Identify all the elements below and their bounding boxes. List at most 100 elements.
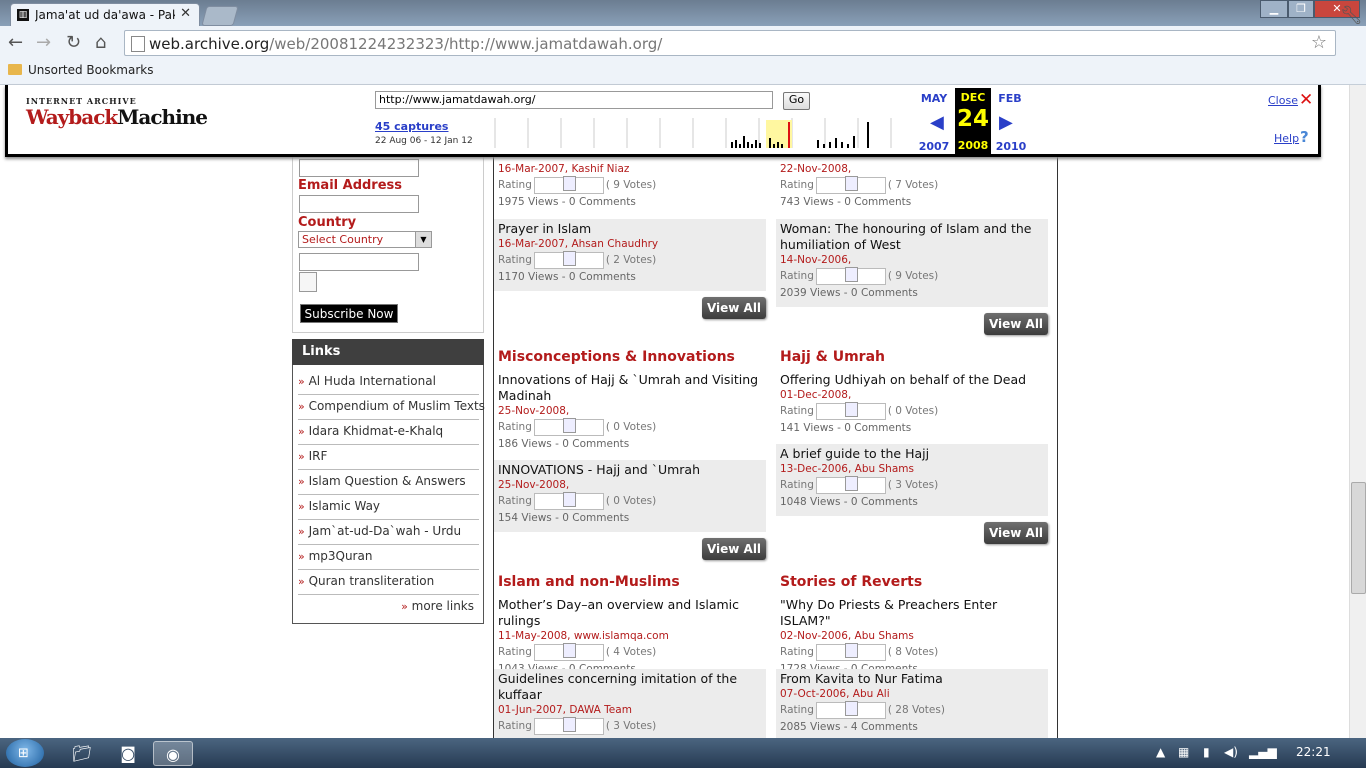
view-all-button[interactable]: View All — [702, 538, 766, 560]
prev-year-link[interactable]: 2007 — [914, 140, 954, 153]
tray-app-icon[interactable]: ▦ — [1178, 745, 1189, 759]
article-title[interactable]: A brief guide to the Hajj — [780, 446, 1044, 462]
next-month-link[interactable]: FEB — [992, 92, 1028, 105]
close-icon[interactable]: ✕ — [1299, 90, 1313, 110]
article-meta[interactable]: 22-Nov-2008, — [780, 162, 1044, 176]
article-comments[interactable]: 0 Comments — [562, 438, 629, 450]
article-title[interactable]: Offering Udhiyah on behalf of the Dead — [780, 372, 1044, 388]
view-all-button[interactable]: View All — [702, 297, 766, 319]
article-title[interactable]: Woman: The honouring of Islam and the hu… — [780, 221, 1044, 253]
wayback-go-button[interactable]: Go — [783, 92, 810, 110]
rating-stars-widget[interactable] — [815, 642, 886, 661]
capture-sparkline[interactable] — [490, 116, 918, 150]
wayback-url-input[interactable]: http://www.jamatdawah.org/ — [375, 91, 773, 109]
sidebar-link[interactable]: » Islam Question & Answers — [298, 470, 479, 495]
home-icon[interactable]: ⌂ — [95, 32, 106, 53]
article-title[interactable]: Prayer in Islam — [498, 221, 762, 237]
article-title[interactable]: Innovations of Hajj & `Umrah and Visitin… — [498, 372, 762, 404]
rating-stars-widget[interactable] — [533, 417, 604, 436]
article-comments[interactable]: 0 Comments — [851, 287, 918, 299]
section-title[interactable]: Stories of Reverts — [780, 574, 922, 590]
country-select[interactable]: Select Country ▼ — [298, 231, 432, 248]
back-icon[interactable]: ← — [8, 32, 23, 53]
article-meta[interactable]: 01-Dec-2008, — [780, 388, 1044, 402]
article-title[interactable]: Guidelines concerning imitation of the k… — [498, 671, 762, 703]
section-title[interactable]: Islam and non-Muslims — [498, 574, 680, 590]
article-comments[interactable]: 0 Comments — [844, 196, 911, 208]
article-meta[interactable]: 02-Nov-2006, Abu Shams — [780, 629, 1044, 643]
sidebar-link[interactable]: » IRF — [298, 445, 479, 470]
sidebar-link[interactable]: » Al Huda International — [298, 370, 479, 395]
article-meta[interactable]: 25-Nov-2008, — [498, 404, 762, 418]
scrollbar-thumb[interactable] — [1351, 482, 1366, 594]
sidebar-link[interactable]: » Jam`at-ud-Da`wah - Urdu — [298, 520, 479, 545]
article-meta[interactable]: 13-Dec-2006, Abu Shams — [780, 462, 1044, 476]
article-comments[interactable]: 0 Comments — [851, 496, 918, 508]
wayback-close-link[interactable]: Close — [1268, 94, 1298, 107]
app-taskbar-icon[interactable]: ◙ — [110, 741, 146, 766]
rating-stars-widget[interactable] — [815, 266, 886, 285]
next-capture-arrow-icon[interactable]: ▶ — [999, 112, 1013, 133]
wrench-icon[interactable]: 🔧︎ — [1340, 5, 1363, 26]
tab-close-icon[interactable]: ✕ — [180, 6, 191, 21]
view-all-button[interactable]: View All — [984, 313, 1048, 335]
article-title[interactable]: "Why Do Priests & Preachers Enter ISLAM?… — [780, 597, 1044, 629]
article-title[interactable]: INNOVATIONS - Hajj and `Umrah — [498, 462, 762, 478]
rating-stars-widget[interactable] — [533, 716, 604, 735]
volume-icon[interactable]: ◀) — [1224, 745, 1238, 759]
sidebar-link[interactable]: » Idara Khidmat-e-Khalq — [298, 420, 479, 445]
subscribe-button[interactable]: Subscribe Now — [300, 304, 398, 323]
prev-capture-arrow-icon[interactable]: ◀ — [930, 112, 944, 133]
article-meta[interactable]: 16-Mar-2007, Ahsan Chaudhry — [498, 237, 762, 251]
section-title[interactable]: Misconceptions & Innovations — [498, 349, 735, 365]
battery-icon[interactable]: ▮ — [1203, 745, 1210, 759]
minimize-button[interactable]: ▁ — [1260, 0, 1288, 18]
captcha-field[interactable] — [299, 253, 419, 271]
article-comments[interactable]: 4 Comments — [851, 721, 918, 733]
page-scrollbar[interactable] — [1349, 85, 1366, 738]
article-title[interactable]: From Kavita to Nur Fatima — [780, 671, 1044, 687]
taskbar-clock[interactable]: 22:21 — [1296, 745, 1331, 759]
more-links-link[interactable]: » more links — [300, 599, 474, 613]
rating-stars-widget[interactable] — [815, 475, 886, 494]
article-meta[interactable]: 11-May-2008, www.islamqa.com — [498, 629, 762, 643]
article-comments[interactable]: 0 Comments — [844, 422, 911, 434]
article-comments[interactable]: 0 Comments — [569, 196, 636, 208]
section-title[interactable]: Hajj & Umrah — [780, 349, 885, 365]
article-meta[interactable]: 16-Mar-2007, Kashif Niaz — [498, 162, 762, 176]
article-comments[interactable]: 0 Comments — [569, 271, 636, 283]
captures-link[interactable]: 45 captures — [375, 120, 448, 133]
sidebar-link[interactable]: » Islamic Way — [298, 495, 479, 520]
sidebar-link[interactable]: » Compendium of Muslim Texts — [298, 395, 485, 420]
explorer-taskbar-icon[interactable]: 📁︎ — [64, 741, 100, 766]
rating-stars-widget[interactable] — [533, 175, 604, 194]
tray-expand-icon[interactable]: ▲ — [1156, 745, 1165, 759]
start-button[interactable]: ⊞ — [6, 739, 44, 767]
prev-month-link[interactable]: MAY — [914, 92, 954, 105]
reload-icon[interactable]: ↻ — [66, 32, 81, 53]
forward-icon[interactable]: → — [36, 32, 51, 53]
new-tab-button[interactable] — [201, 6, 239, 26]
help-icon[interactable]: ? — [1300, 128, 1309, 146]
article-meta[interactable]: 01-Jun-2007, DAWA Team — [498, 703, 762, 717]
wayback-help-link[interactable]: Help — [1274, 132, 1299, 145]
sidebar-link[interactable]: » mp3Quran — [298, 545, 479, 570]
rating-stars-widget[interactable] — [815, 700, 886, 719]
email-field[interactable] — [299, 195, 419, 213]
name-field[interactable] — [299, 159, 419, 177]
rating-stars-widget[interactable] — [815, 175, 886, 194]
rating-stars-widget[interactable] — [533, 250, 604, 269]
bookmark-folder-unsorted[interactable]: Unsorted Bookmarks — [28, 63, 153, 77]
article-meta[interactable]: 25-Nov-2008, — [498, 478, 762, 492]
wayback-logo[interactable]: WaybackMachine — [26, 105, 208, 129]
address-bar[interactable]: web.archive.org/web/20081224232323/http:… — [124, 30, 1336, 56]
article-title[interactable]: Mother’s Day–an overview and Islamic rul… — [498, 597, 762, 629]
article-meta[interactable]: 07-Oct-2006, Abu Ali — [780, 687, 1044, 701]
view-all-button[interactable]: View All — [984, 522, 1048, 544]
next-year-link[interactable]: 2010 — [992, 140, 1030, 153]
chrome-taskbar-icon[interactable]: ◉ — [153, 741, 193, 766]
network-icon[interactable]: ▂▄▆ — [1249, 745, 1277, 759]
article-comments[interactable]: 0 Comments — [562, 512, 629, 524]
rating-stars-widget[interactable] — [815, 401, 886, 420]
rating-stars-widget[interactable] — [533, 642, 604, 661]
